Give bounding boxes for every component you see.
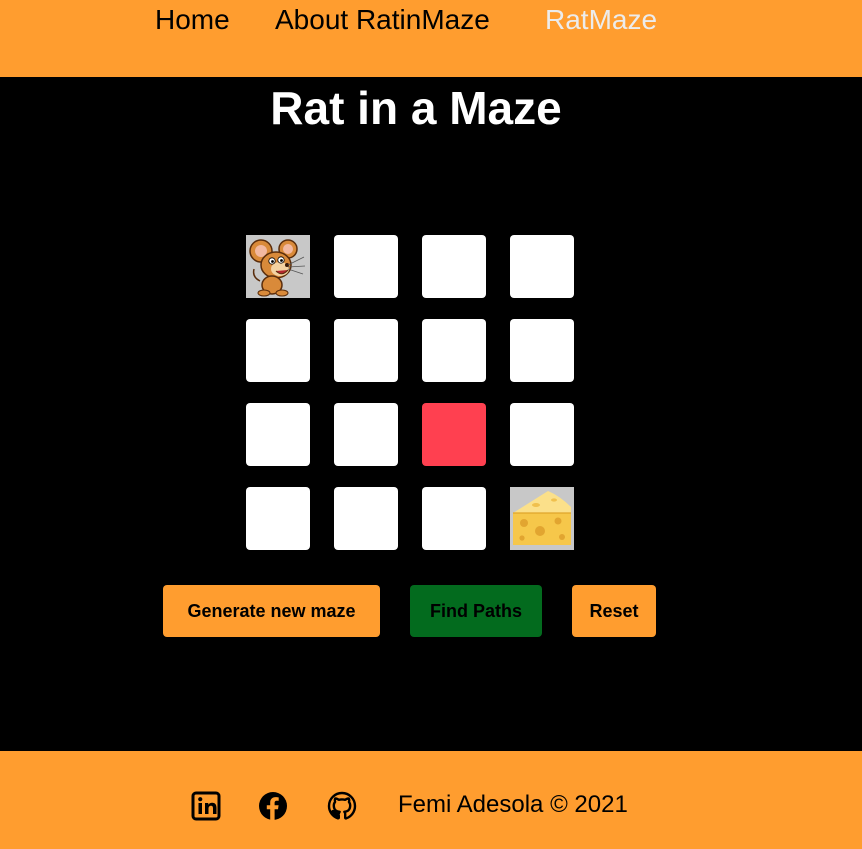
maze-cell-open[interactable]: [246, 403, 310, 466]
nav-home-link[interactable]: Home: [155, 3, 230, 37]
maze-cell-wall[interactable]: [422, 403, 486, 466]
maze-cell-open[interactable]: [510, 319, 574, 382]
maze-cell-open[interactable]: [334, 487, 398, 550]
nav-ratmaze-link[interactable]: RatMaze: [545, 3, 657, 37]
maze-cell-open[interactable]: [334, 235, 398, 298]
maze-grid: [246, 235, 576, 551]
generate-maze-button[interactable]: Generate new maze: [163, 585, 380, 637]
maze-cell-open[interactable]: [334, 319, 398, 382]
maze-cell-open[interactable]: [422, 235, 486, 298]
maze-cell-open[interactable]: [422, 319, 486, 382]
cheese-icon: [510, 487, 574, 550]
page-title: Rat in a Maze: [270, 82, 562, 134]
maze-cell-cheese[interactable]: [510, 487, 574, 550]
maze-cell-open[interactable]: [510, 403, 574, 466]
copyright-text: Femi Adesola © 2021: [398, 791, 628, 818]
maze-cell-rat[interactable]: [246, 235, 310, 298]
rat-icon: [246, 235, 310, 298]
facebook-icon[interactable]: [257, 790, 289, 822]
linkedin-icon[interactable]: [190, 790, 222, 822]
maze-cell-open[interactable]: [246, 487, 310, 550]
reset-button[interactable]: Reset: [572, 585, 656, 637]
nav-about-link[interactable]: About RatinMaze: [275, 3, 490, 37]
maze-cell-open[interactable]: [246, 319, 310, 382]
maze-cell-open[interactable]: [334, 403, 398, 466]
maze-cell-open[interactable]: [422, 487, 486, 550]
find-paths-button[interactable]: Find Paths: [410, 585, 542, 637]
github-icon[interactable]: [326, 790, 358, 822]
maze-cell-open[interactable]: [510, 235, 574, 298]
